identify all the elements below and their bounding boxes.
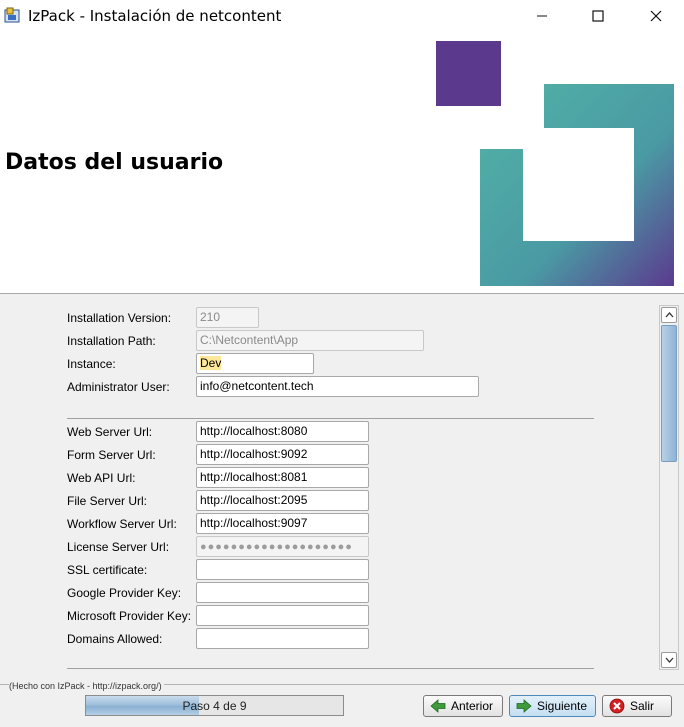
- section-divider: [67, 668, 594, 669]
- izpack-credit: (Hecho con IzPack - http://izpack.org/): [9, 681, 164, 691]
- progress-text: Paso 4 de 9: [182, 698, 247, 713]
- izpack-app-icon: [4, 7, 20, 23]
- section-divider: [67, 418, 594, 419]
- form-server-url-field[interactable]: http://localhost:9092: [196, 444, 369, 465]
- close-icon: [650, 10, 662, 22]
- installation-path-field: C:\Netcontent\App: [196, 330, 424, 351]
- next-button-label: Siguiente: [537, 699, 588, 713]
- ssl-certificate-field[interactable]: [196, 559, 369, 580]
- google-provider-key-label: Google Provider Key:: [67, 586, 182, 600]
- installation-path-label: Installation Path:: [67, 334, 156, 348]
- administrator-user-label: Administrator User:: [67, 380, 170, 394]
- previous-button-label: Anterior: [451, 699, 494, 713]
- workflow-server-url-label: Workflow Server Url:: [67, 517, 177, 531]
- page-title: Datos del usuario: [5, 150, 224, 175]
- arrow-left-icon: [430, 699, 446, 713]
- web-server-url-field[interactable]: http://localhost:8080: [196, 421, 369, 442]
- scroll-up-button[interactable]: [661, 307, 677, 323]
- license-server-url-field[interactable]: ●●●●●●●●●●●●●●●●●●●●: [196, 536, 369, 557]
- installation-version-label: Installation Version:: [67, 311, 172, 325]
- stop-icon: [609, 698, 625, 714]
- minimize-icon: [537, 15, 547, 17]
- exit-button-label: Salir: [630, 699, 655, 713]
- domains-allowed-field[interactable]: [196, 628, 369, 649]
- next-button[interactable]: Siguiente: [509, 695, 596, 717]
- web-api-url-label: Web API Url:: [67, 471, 136, 485]
- chevron-down-icon: [665, 657, 673, 663]
- maximize-icon: [592, 10, 604, 22]
- maximize-button[interactable]: [570, 0, 626, 32]
- arrow-right-icon: [516, 699, 532, 713]
- form-server-url-label: Form Server Url:: [67, 448, 156, 462]
- chevron-up-icon: [665, 312, 673, 318]
- workflow-server-url-field[interactable]: http://localhost:9097: [196, 513, 369, 534]
- previous-button[interactable]: Anterior: [423, 695, 503, 717]
- instance-field[interactable]: Dev: [196, 353, 314, 374]
- window-title: IzPack - Instalación de netcontent: [28, 7, 282, 25]
- license-server-url-masked: ●●●●●●●●●●●●●●●●●●●●: [200, 541, 353, 553]
- close-button[interactable]: [628, 0, 684, 32]
- google-provider-key-field[interactable]: [196, 582, 369, 603]
- netcontent-logo: [436, 41, 674, 286]
- scroll-down-button[interactable]: [661, 652, 677, 668]
- instance-label: Instance:: [67, 357, 116, 371]
- ssl-certificate-label: SSL certificate:: [67, 563, 148, 577]
- file-server-url-field[interactable]: http://localhost:2095: [196, 490, 369, 511]
- title-bar: IzPack - Instalación de netcontent: [0, 0, 684, 32]
- panel-header: Datos del usuario: [0, 32, 684, 294]
- microsoft-provider-key-field[interactable]: [196, 605, 369, 626]
- scrollbar-thumb[interactable]: [661, 325, 677, 462]
- license-server-url-label: License Server Url:: [67, 540, 170, 554]
- step-progress-bar: Paso 4 de 9: [85, 695, 344, 716]
- vertical-scrollbar[interactable]: [659, 305, 679, 670]
- administrator-user-field[interactable]: info@netcontent.tech: [196, 376, 479, 397]
- domains-allowed-label: Domains Allowed:: [67, 632, 163, 646]
- file-server-url-label: File Server Url:: [67, 494, 148, 508]
- installation-version-field: 210: [196, 307, 259, 328]
- header-divider: [0, 293, 684, 294]
- exit-button[interactable]: Salir: [602, 695, 672, 717]
- web-server-url-label: Web Server Url:: [67, 425, 153, 439]
- instance-value: Dev: [200, 356, 222, 370]
- microsoft-provider-key-label: Microsoft Provider Key:: [67, 609, 192, 623]
- web-api-url-field[interactable]: http://localhost:8081: [196, 467, 369, 488]
- minimize-button[interactable]: [514, 0, 570, 32]
